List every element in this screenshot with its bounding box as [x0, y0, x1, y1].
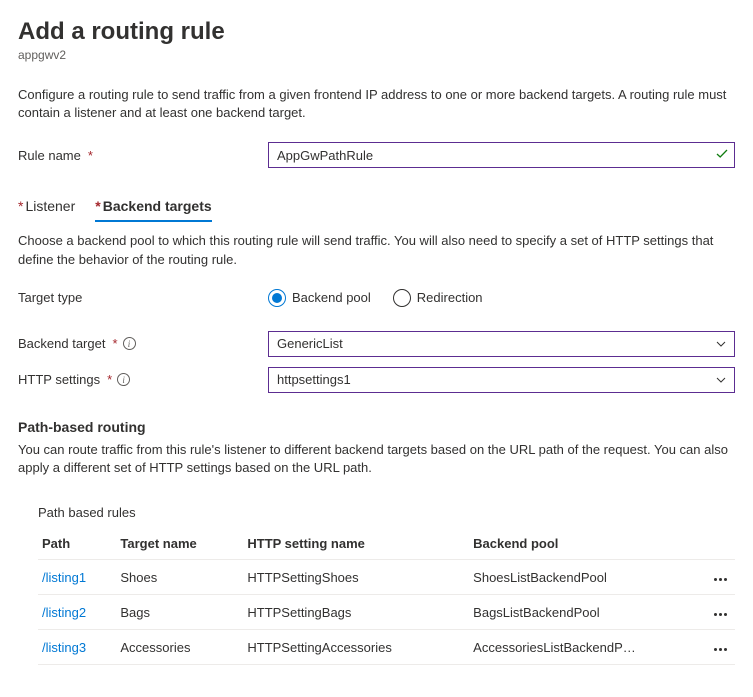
target-type-label: Target type	[18, 290, 82, 305]
more-actions-button[interactable]	[710, 609, 731, 620]
radio-circle-icon	[393, 289, 411, 307]
path-rules-title: Path based rules	[38, 505, 735, 520]
required-asterisk: *	[18, 198, 23, 214]
radio-circle-icon	[268, 289, 286, 307]
more-actions-button[interactable]	[710, 574, 731, 585]
required-asterisk: *	[107, 372, 112, 387]
col-target-name[interactable]: Target name	[116, 528, 243, 560]
col-backend-pool[interactable]: Backend pool	[469, 528, 695, 560]
more-actions-button[interactable]	[710, 644, 731, 655]
path-rules-table: Path Target name HTTP setting name Backe…	[38, 528, 735, 665]
page-subtitle: appgwv2	[18, 48, 735, 62]
rule-name-input[interactable]	[268, 142, 735, 168]
backend-target-label: Backend target	[18, 336, 105, 351]
col-actions	[695, 528, 735, 560]
cell-http-setting: HTTPSettingAccessories	[243, 630, 469, 665]
col-http-setting-name[interactable]: HTTP setting name	[243, 528, 469, 560]
col-path[interactable]: Path	[38, 528, 116, 560]
cell-backend-pool: ShoesListBackendPool	[469, 560, 695, 595]
page-description: Configure a routing rule to send traffic…	[18, 86, 735, 122]
path-link[interactable]: /listing2	[42, 605, 86, 620]
table-row: /listing1 Shoes HTTPSettingShoes ShoesLi…	[38, 560, 735, 595]
cell-target-name: Bags	[116, 595, 243, 630]
cell-http-setting: HTTPSettingShoes	[243, 560, 469, 595]
table-row: /listing3 Accessories HTTPSettingAccesso…	[38, 630, 735, 665]
cell-http-setting: HTTPSettingBags	[243, 595, 469, 630]
path-link[interactable]: /listing3	[42, 640, 86, 655]
tab-label: Listener	[25, 198, 75, 214]
tab-bar: *Listener *Backend targets	[18, 192, 735, 222]
info-icon[interactable]: i	[117, 373, 130, 386]
http-settings-select[interactable]: httpsettings1	[268, 367, 735, 393]
required-asterisk: *	[112, 336, 117, 351]
page-title: Add a routing rule	[18, 18, 735, 46]
path-routing-heading: Path-based routing	[18, 419, 735, 435]
target-type-radio-group: Backend pool Redirection	[268, 289, 735, 307]
select-value: GenericList	[277, 336, 343, 351]
select-value: httpsettings1	[277, 372, 351, 387]
radio-backend-pool[interactable]: Backend pool	[268, 289, 371, 307]
tab-label: Backend targets	[103, 198, 212, 214]
tab-backend-targets[interactable]: *Backend targets	[95, 192, 211, 222]
cell-target-name: Shoes	[116, 560, 243, 595]
radio-label: Backend pool	[292, 290, 371, 305]
check-icon	[715, 147, 729, 164]
path-routing-description: You can route traffic from this rule's l…	[18, 441, 735, 477]
cell-backend-pool: AccessoriesListBackendP…	[469, 630, 695, 665]
chevron-down-icon	[716, 375, 726, 385]
radio-label: Redirection	[417, 290, 483, 305]
chevron-down-icon	[716, 339, 726, 349]
cell-backend-pool: BagsListBackendPool	[469, 595, 695, 630]
tab-listener[interactable]: *Listener	[18, 192, 75, 222]
required-asterisk: *	[95, 198, 100, 214]
info-icon[interactable]: i	[123, 337, 136, 350]
rule-name-label: Rule name	[18, 148, 81, 163]
path-link[interactable]: /listing1	[42, 570, 86, 585]
backend-target-select[interactable]: GenericList	[268, 331, 735, 357]
required-asterisk: *	[88, 148, 93, 163]
cell-target-name: Accessories	[116, 630, 243, 665]
http-settings-label: HTTP settings	[18, 372, 100, 387]
radio-redirection[interactable]: Redirection	[393, 289, 483, 307]
table-row: /listing2 Bags HTTPSettingBags BagsListB…	[38, 595, 735, 630]
backend-description: Choose a backend pool to which this rout…	[18, 232, 735, 268]
